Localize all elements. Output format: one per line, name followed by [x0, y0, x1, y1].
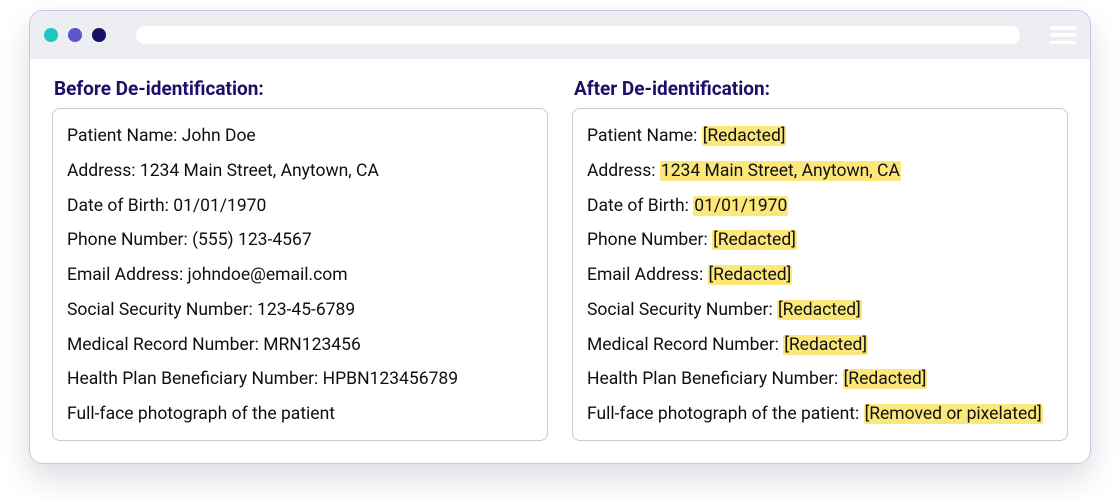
field-value: 01/01/1970	[693, 196, 788, 216]
field-label: Email Address	[587, 265, 699, 285]
field-value: MRN123456	[263, 335, 361, 355]
field-label: Email Address	[67, 265, 179, 285]
field-label: Social Security Number	[587, 300, 768, 320]
field-label: Date of Birth	[587, 196, 685, 216]
field-label: Patient Name	[67, 126, 173, 146]
list-item: Patient Name: John Doe	[67, 119, 533, 154]
list-item: Email Address: [Redacted]	[587, 258, 1053, 293]
field-value: HPBN123456789	[323, 369, 458, 389]
window-dot-3[interactable]	[92, 28, 106, 42]
list-item: Email Address: johndoe@email.com	[67, 258, 533, 293]
field-value: [Redacted]	[712, 230, 797, 250]
field-label: Health Plan Beneficiary Number	[587, 369, 834, 389]
content-area: Before De-identification: Patient Name: …	[30, 59, 1090, 463]
after-title: After De-identification:	[574, 77, 1068, 100]
field-value: johndoe@email.com	[188, 265, 348, 285]
field-value: 01/01/1970	[173, 196, 266, 216]
list-item: Date of Birth: 01/01/1970	[587, 189, 1053, 224]
list-item: Social Security Number: [Redacted]	[587, 293, 1053, 328]
field-value: [Redacted]	[843, 369, 928, 389]
menu-icon[interactable]	[1050, 26, 1076, 44]
address-bar[interactable]	[136, 26, 1020, 44]
field-value: 1234 Main Street, Anytown, CA	[660, 161, 901, 181]
list-item: Medical Record Number: MRN123456	[67, 328, 533, 363]
after-column: After De-identification: Patient Name: […	[572, 77, 1068, 441]
field-label: Medical Record Number	[587, 335, 775, 355]
window-titlebar	[30, 11, 1090, 59]
field-label: Patient Name	[587, 126, 693, 146]
field-label: Address	[587, 161, 651, 181]
field-value: John Doe	[182, 126, 256, 146]
field-label: Phone Number	[67, 230, 183, 250]
field-label: Medical Record Number	[67, 335, 255, 355]
field-label: Health Plan Beneficiary Number	[67, 369, 314, 389]
field-value: [Redacted]	[702, 126, 787, 146]
field-label: Social Security Number	[67, 300, 248, 320]
window-dot-1[interactable]	[44, 28, 58, 42]
list-item: Health Plan Beneficiary Number: [Redacte…	[587, 362, 1053, 397]
list-item: Social Security Number: 123-45-6789	[67, 293, 533, 328]
list-item: Phone Number: [Redacted]	[587, 223, 1053, 258]
field-value: (555) 123-4567	[192, 230, 312, 250]
list-item: Address: 1234 Main Street, Anytown, CA	[67, 154, 533, 189]
list-item: Patient Name: [Redacted]	[587, 119, 1053, 154]
before-column: Before De-identification: Patient Name: …	[52, 77, 548, 441]
field-label: Full-face photograph of the patient	[67, 404, 335, 424]
field-label: Date of Birth	[67, 196, 165, 216]
field-value: [Redacted]	[777, 300, 862, 320]
list-item: Phone Number: (555) 123-4567	[67, 223, 533, 258]
before-panel: Patient Name: John Doe Address: 1234 Mai…	[52, 108, 548, 441]
field-label: Full-face photograph of the patient	[587, 404, 855, 424]
browser-window: Before De-identification: Patient Name: …	[29, 10, 1091, 464]
list-item: Date of Birth: 01/01/1970	[67, 189, 533, 224]
list-item: Full-face photograph of the patient	[67, 397, 533, 432]
list-item: Medical Record Number: [Redacted]	[587, 328, 1053, 363]
before-title: Before De-identification:	[54, 77, 548, 100]
field-value: 123-45-6789	[257, 300, 355, 320]
field-value: [Redacted]	[783, 335, 868, 355]
field-label: Address	[67, 161, 131, 181]
field-label: Phone Number	[587, 230, 703, 250]
field-value: [Removed or pixelated]	[864, 404, 1043, 424]
field-value: 1234 Main Street, Anytown, CA	[140, 161, 379, 181]
field-value: [Redacted]	[708, 265, 793, 285]
window-dot-2[interactable]	[68, 28, 82, 42]
list-item: Address: 1234 Main Street, Anytown, CA	[587, 154, 1053, 189]
list-item: Health Plan Beneficiary Number: HPBN1234…	[67, 362, 533, 397]
list-item: Full-face photograph of the patient: [Re…	[587, 397, 1053, 432]
after-panel: Patient Name: [Redacted] Address: 1234 M…	[572, 108, 1068, 441]
